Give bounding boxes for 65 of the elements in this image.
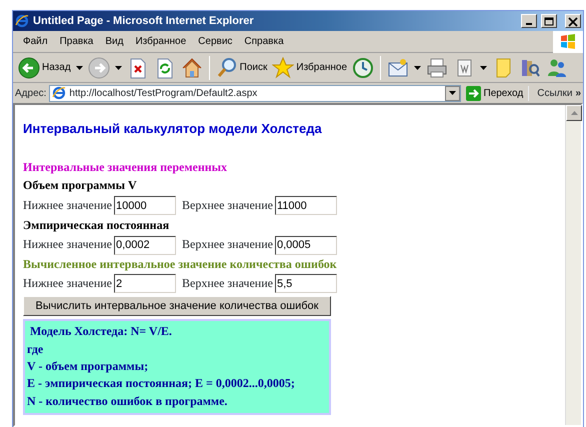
dropdown-arrow-icon[interactable] [448,91,456,95]
people-icon [546,56,568,78]
scroll-up-button[interactable] [566,105,582,121]
page-heading: Интервальный калькулятор модели Холстеда [23,121,322,138]
input-field[interactable]: 2 [114,274,176,294]
calculate-button[interactable]: Вычислить интервальное значение количества ошибок [23,296,331,316]
minimize-button[interactable] [521,14,537,28]
go-button[interactable]: Переход [464,86,526,100]
close-icon [567,16,579,26]
window-title: Untitled Page - Microsoft Internet Explorer [33,14,255,29]
field-label: Нижнее значение [23,276,112,292]
menu-item[interactable]: Вид [99,34,130,49]
minimize-icon [523,23,535,25]
maximize-button[interactable] [541,14,557,28]
history-clock-icon [352,56,374,78]
back-button[interactable]: Назад [17,56,72,80]
maximize-icon [543,16,555,26]
info-text: E - эмпирическая постоянная; E = 0,0002...0,0005; [27,375,295,392]
input-field[interactable]: 5,5 [274,274,337,294]
section-heading: Интервальные значения переменных [23,160,228,176]
menu-item[interactable]: Справка [238,34,290,49]
info-text: где [27,340,44,358]
search-icon [216,56,238,78]
field-label: Нижнее значение [23,237,112,253]
field-label: Нижнее значение [23,198,112,214]
input-field[interactable]: 11000 [274,196,337,216]
dropdown-caret-icon[interactable] [480,66,488,70]
browser-logo-icon [15,14,29,28]
input-field[interactable]: 0,0005 [274,236,337,255]
field-label: Верхнее значение [182,237,273,253]
dropdown-caret-icon[interactable] [414,66,422,70]
address-field[interactable]: http://localhost/TestProgram/Default2.aspx [49,84,460,102]
envelope-icon [387,56,410,78]
menu-item[interactable]: Файл [17,34,54,49]
info-text: V - объем программы; [27,358,148,376]
history-button[interactable] [351,56,376,80]
star-icon [272,56,294,78]
search-button[interactable]: Поиск [214,56,268,80]
input-field[interactable]: 10000 [114,196,176,216]
address-label: Адрес: [15,86,46,100]
dropdown-caret-icon[interactable] [114,66,122,70]
links-label[interactable]: Ссылки [528,86,572,100]
print-button[interactable] [425,56,450,80]
windows-flag-icon [559,32,577,50]
links-chevron[interactable]: » [575,86,581,100]
up-arrow-icon [570,111,578,115]
close-button[interactable] [565,14,581,28]
menu-item[interactable]: Сервис [192,34,238,49]
go-arrow-icon [466,86,480,100]
page-icon [52,86,66,100]
dropdown-caret-icon[interactable] [76,66,83,70]
field-group-label: Объем программы V [23,178,137,194]
field-label: Верхнее значение [182,198,273,214]
home-icon [180,56,203,78]
menu-item[interactable]: Избранное [129,34,192,49]
section-heading: Вычисленное интервальное значение количества ошибок [23,256,337,272]
menu-item[interactable]: Правка [54,34,100,49]
favorites-button[interactable]: Избранное [271,56,348,80]
info-text: N - количество ошибок в программе. [27,392,228,410]
info-text: Модель Холстеда: N= V/E. [29,323,172,340]
printer-icon [426,56,448,78]
field-label: Верхнее значение [182,276,273,292]
field-group-label: Эмпирическая постоянная [23,218,170,234]
input-field[interactable]: 0,0002 [114,236,176,255]
scrollbar[interactable] [565,105,581,425]
